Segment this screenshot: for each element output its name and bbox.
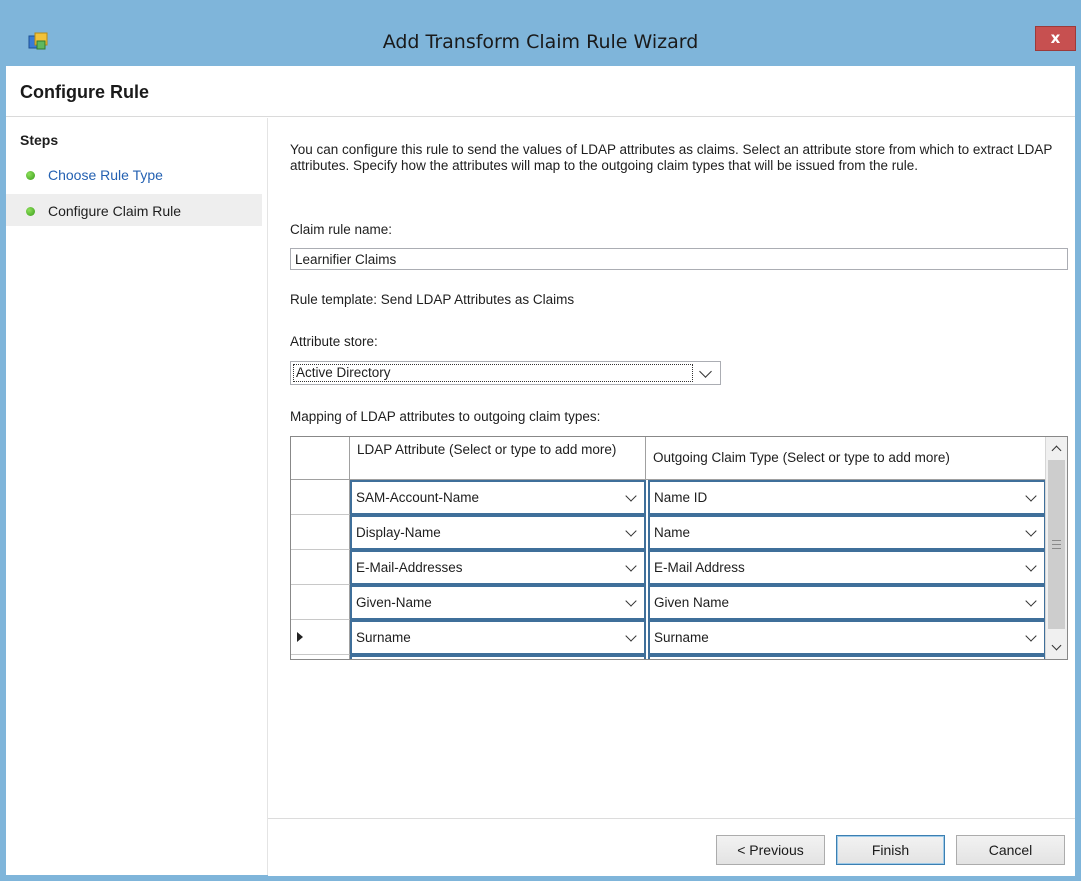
ldap-attribute-value: Given-Name bbox=[356, 595, 432, 610]
scroll-up-button[interactable] bbox=[1046, 437, 1067, 458]
wizard-header: Configure Rule bbox=[6, 66, 1075, 117]
row-selector[interactable] bbox=[291, 620, 350, 655]
steps-sidebar: Steps Choose Rule Type Configure Claim R… bbox=[6, 118, 268, 875]
grip-line bbox=[1052, 548, 1061, 549]
ldap-attribute-value: E-Mail-Addresses bbox=[356, 560, 463, 575]
chevron-down-icon bbox=[625, 595, 637, 607]
claim-rule-name-input[interactable]: Learnifier Claims bbox=[290, 248, 1068, 270]
ldap-attribute-select[interactable]: E-Mail-Addresses bbox=[350, 550, 646, 585]
ldap-attribute-select[interactable]: Display-Name bbox=[350, 515, 646, 550]
mapping-table: LDAP Attribute (Select or type to add mo… bbox=[290, 436, 1068, 660]
claim-type-value: E-Mail Address bbox=[654, 560, 745, 575]
wizard-footer: < Previous Finish Cancel bbox=[268, 818, 1075, 876]
row-selector[interactable] bbox=[291, 550, 350, 585]
ldap-attribute-value: Display-Name bbox=[356, 525, 441, 540]
row-selector[interactable] bbox=[291, 515, 350, 550]
table-row[interactable]: Given-Name Given Name bbox=[291, 585, 1046, 620]
claim-rule-name-label: Claim rule name: bbox=[290, 222, 393, 237]
table-row[interactable]: Display-Name Name bbox=[291, 515, 1046, 550]
wizard-window: Add Transform Claim Rule Wizard x Config… bbox=[0, 0, 1081, 881]
claim-type-value: Given Name bbox=[654, 595, 730, 610]
chevron-down-icon bbox=[699, 365, 712, 378]
close-icon: x bbox=[1050, 29, 1061, 47]
steps-title: Steps bbox=[20, 132, 59, 148]
table-row[interactable]: E-Mail-Addresses E-Mail Address bbox=[291, 550, 1046, 585]
mapping-label: Mapping of LDAP attributes to outgoing c… bbox=[290, 409, 601, 424]
intro-text: You can configure this rule to send the … bbox=[290, 142, 1053, 173]
claim-type-select[interactable]: Given Name bbox=[648, 585, 1046, 620]
finish-button[interactable]: Finish bbox=[836, 835, 945, 865]
claim-type-select[interactable]: Name ID bbox=[648, 480, 1046, 515]
page-title: Configure Rule bbox=[20, 82, 149, 102]
claim-type-value: Name ID bbox=[654, 490, 708, 505]
chevron-down-icon bbox=[1025, 490, 1037, 502]
column-header-outgoing-claim-type[interactable]: Outgoing Claim Type (Select or type to a… bbox=[646, 437, 1046, 480]
current-row-arrow-icon bbox=[297, 632, 303, 642]
main-content: You can configure this rule to send the … bbox=[268, 118, 1075, 875]
row-selector-header bbox=[291, 437, 350, 480]
row-selector[interactable] bbox=[291, 480, 350, 515]
table-scrollbar[interactable] bbox=[1045, 437, 1067, 659]
window-title: Add Transform Claim Rule Wizard bbox=[382, 31, 699, 53]
chevron-down-icon bbox=[625, 560, 637, 572]
grip-line bbox=[1052, 540, 1061, 541]
ldap-attribute-value: Surname bbox=[356, 630, 411, 645]
claim-type-select[interactable]: E-Mail Address bbox=[648, 550, 1046, 585]
table-row-new[interactable] bbox=[291, 655, 1046, 659]
cancel-button[interactable]: Cancel bbox=[956, 835, 1065, 865]
sidebar-item-configure-claim-rule[interactable]: Configure Claim Rule bbox=[6, 194, 262, 226]
previous-button[interactable]: < Previous bbox=[716, 835, 825, 865]
claim-type-select[interactable]: Surname bbox=[648, 620, 1046, 655]
column-header-ldap-attribute[interactable]: LDAP Attribute (Select or type to add mo… bbox=[350, 437, 646, 480]
ldap-attribute-value: SAM-Account-Name bbox=[356, 490, 480, 505]
claim-type-select[interactable] bbox=[648, 655, 1046, 659]
ldap-attribute-select[interactable]: SAM-Account-Name bbox=[350, 480, 646, 515]
sidebar-item-label: Choose Rule Type bbox=[48, 167, 163, 183]
chevron-up-icon bbox=[1051, 445, 1062, 456]
attribute-store-label: Attribute store: bbox=[290, 334, 378, 349]
sidebar-item-label: Configure Claim Rule bbox=[48, 203, 182, 219]
table-row-current[interactable]: Surname Surname bbox=[291, 620, 1046, 655]
table-row[interactable]: SAM-Account-Name Name ID bbox=[291, 480, 1046, 515]
ldap-attribute-select[interactable]: Surname bbox=[350, 620, 646, 655]
row-selector[interactable] bbox=[291, 655, 350, 659]
claim-type-select[interactable]: Name bbox=[648, 515, 1046, 550]
attribute-store-select[interactable]: Active Directory bbox=[290, 361, 721, 385]
rule-template-text: Rule template: Send LDAP Attributes as C… bbox=[290, 292, 575, 307]
sidebar-item-choose-rule-type[interactable]: Choose Rule Type bbox=[6, 158, 262, 190]
ldap-attribute-select[interactable] bbox=[350, 655, 646, 659]
chevron-down-icon bbox=[625, 630, 637, 642]
attribute-store-value: Active Directory bbox=[293, 364, 693, 382]
chevron-down-icon bbox=[1025, 630, 1037, 642]
step-current-icon bbox=[26, 207, 35, 216]
close-button[interactable]: x bbox=[1035, 26, 1076, 51]
title-bar[interactable]: Add Transform Claim Rule Wizard x bbox=[6, 0, 1076, 66]
ldap-attribute-select[interactable]: Given-Name bbox=[350, 585, 646, 620]
chevron-down-icon bbox=[1025, 595, 1037, 607]
chevron-down-icon bbox=[1051, 640, 1062, 651]
grip-line bbox=[1052, 544, 1061, 545]
chevron-down-icon bbox=[625, 525, 637, 537]
scroll-down-button[interactable] bbox=[1046, 637, 1067, 658]
claim-type-value: Name bbox=[654, 525, 691, 540]
chevron-down-icon bbox=[625, 490, 637, 502]
claim-type-value: Surname bbox=[654, 630, 709, 645]
row-selector[interactable] bbox=[291, 585, 350, 620]
chevron-down-icon bbox=[1025, 560, 1037, 572]
scroll-thumb[interactable] bbox=[1048, 460, 1065, 629]
step-complete-icon bbox=[26, 171, 35, 180]
chevron-down-icon bbox=[1025, 525, 1037, 537]
